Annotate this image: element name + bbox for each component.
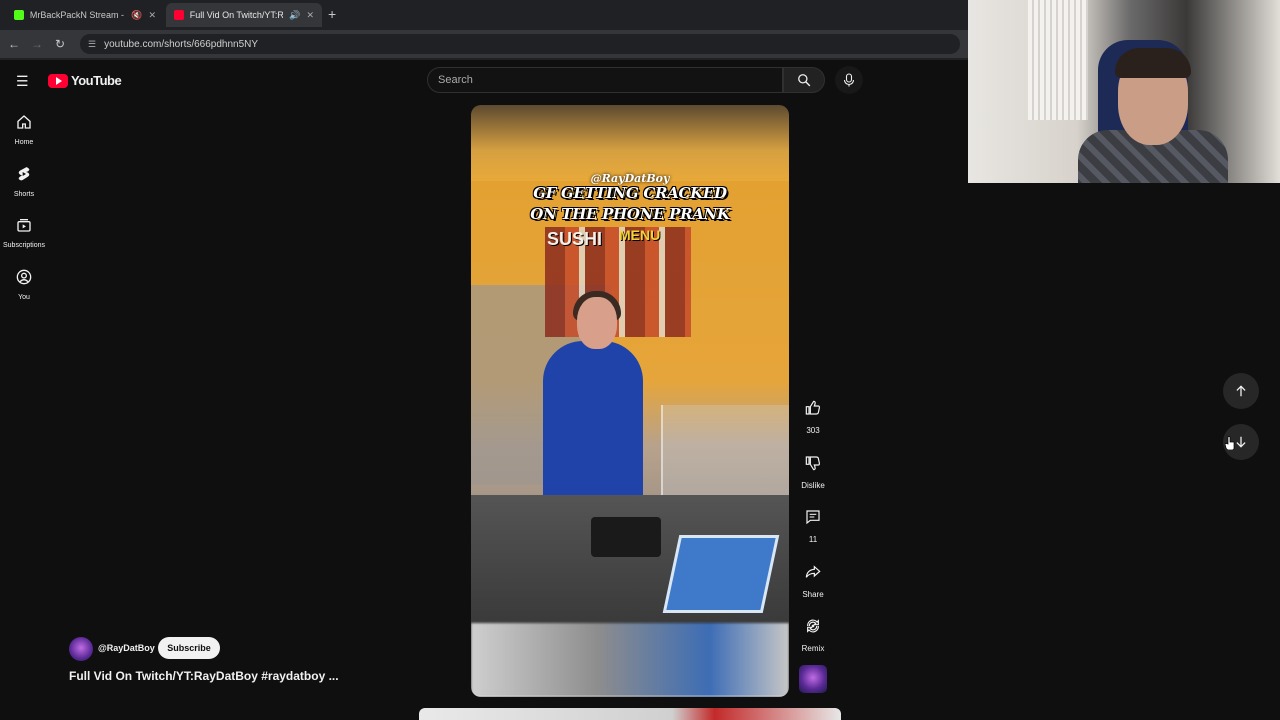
webcam-window-blinds — [1028, 0, 1088, 120]
like-button[interactable] — [796, 391, 830, 425]
url-text: youtube.com/shorts/666pdhnn5NY — [104, 38, 259, 50]
address-bar[interactable]: ☰ youtube.com/shorts/666pdhnn5NY — [80, 34, 960, 54]
short-video-player[interactable]: SUSHI MENU @RayDatBoy GF GETTING CRACKED… — [471, 105, 789, 697]
microphone-icon — [843, 73, 855, 87]
tab-title: MrBackPackN Stream - Wa — [29, 10, 125, 20]
new-tab-button[interactable]: + — [328, 6, 336, 22]
shorts-icon — [18, 167, 30, 181]
arrow-up-icon — [1236, 385, 1246, 397]
arrow-down-icon — [1236, 436, 1246, 448]
webcam-person-hair — [1115, 48, 1191, 78]
account-circle-icon — [16, 269, 32, 285]
site-settings-icon[interactable]: ☰ — [88, 39, 96, 50]
youtube-favicon-icon — [174, 10, 184, 20]
sidebar-label: Shorts — [13, 191, 35, 198]
browser-toolbar: ← → ↻ ☰ youtube.com/shorts/666pdhnn5NY — [0, 30, 968, 58]
browser-tab-bar: MrBackPackN Stream - Wa 🔇 ✕ Full Vid On … — [0, 0, 968, 30]
close-tab-icon[interactable]: ✕ — [306, 10, 314, 21]
sidebar-item-you[interactable]: You — [0, 269, 48, 301]
speaker-icon[interactable]: 🔊 — [289, 10, 300, 21]
voice-search-button[interactable] — [835, 66, 863, 94]
search-input[interactable]: Search — [427, 67, 783, 93]
sidebar-item-home[interactable]: Home — [0, 114, 48, 146]
browser-tab-kick[interactable]: MrBackPackN Stream - Wa 🔇 ✕ — [6, 3, 164, 27]
previous-short-button[interactable] — [1223, 373, 1259, 409]
sidebar-label: Home — [14, 139, 34, 146]
reload-icon[interactable]: ↻ — [51, 37, 69, 51]
share-arrow-icon — [805, 565, 821, 578]
logo-text: YouTube — [71, 73, 122, 88]
share-button[interactable] — [796, 555, 830, 589]
video-menu-text-sushi: SUSHI — [547, 229, 603, 249]
dislike-action: Dislike — [796, 446, 830, 490]
search-placeholder: Search — [438, 74, 473, 86]
share-action: Share — [796, 555, 830, 599]
video-frame-bottom-blur — [471, 623, 789, 697]
remix-label: Remix — [801, 644, 825, 653]
remix-action: Remix — [796, 609, 830, 653]
mouse-cursor-icon — [1225, 436, 1235, 450]
close-tab-icon[interactable]: ✕ — [148, 10, 156, 21]
video-cash-register — [591, 517, 661, 557]
caption-line-2: ON THE PHONE PRANK — [530, 205, 730, 223]
video-overlay-caption: GF GETTING CRACKED ON THE PHONE PRANK — [471, 183, 789, 225]
tab-title: Full Vid On Twitch/YT:RayD — [189, 10, 284, 20]
like-count: 303 — [806, 426, 820, 435]
youtube-play-logo-icon — [48, 73, 68, 88]
subscriptions-icon — [17, 219, 31, 232]
comments-button[interactable] — [796, 500, 830, 534]
thumbs-up-icon — [805, 400, 820, 415]
video-person-sweatshirt — [543, 341, 643, 511]
webcam-overlay — [968, 0, 1280, 183]
video-pos-screen — [662, 535, 780, 613]
caption-line-1: GF GETTING CRACKED — [533, 184, 727, 202]
channel-avatar-thumbnail[interactable] — [799, 665, 827, 693]
sidebar-label: You — [18, 294, 30, 301]
short-title[interactable]: Full Vid On Twitch/YT:RayDatBoy #raydatb… — [69, 669, 339, 683]
dislike-button[interactable] — [796, 446, 830, 480]
channel-avatar[interactable] — [69, 637, 93, 661]
remix-button[interactable] — [796, 609, 830, 643]
video-menu-text-menu: MENU — [619, 227, 661, 243]
sidebar-item-shorts[interactable]: Shorts — [0, 166, 48, 198]
sidebar-item-subscriptions[interactable]: Subscriptions — [0, 217, 48, 249]
home-icon — [17, 115, 31, 129]
youtube-logo[interactable]: YouTube — [48, 73, 122, 88]
video-progress-bar[interactable] — [471, 695, 789, 697]
comments-action: 11 — [796, 500, 830, 544]
back-arrow-icon[interactable]: ← — [5, 37, 23, 51]
video-frame-top — [471, 105, 789, 181]
thumbs-down-icon — [805, 456, 820, 471]
subscribe-button[interactable]: Subscribe — [158, 637, 220, 659]
comment-count: 11 — [808, 535, 818, 544]
toolbar-divider — [0, 58, 968, 60]
video-person-head — [577, 297, 617, 349]
forward-arrow-icon[interactable]: → — [28, 37, 46, 51]
browser-tab-youtube[interactable]: Full Vid On Twitch/YT:RayD 🔊 ✕ — [166, 3, 322, 27]
share-label: Share — [802, 590, 824, 599]
kick-favicon-icon — [14, 10, 24, 20]
remix-icon — [807, 619, 819, 633]
muted-speaker-icon[interactable]: 🔇 — [131, 10, 142, 21]
like-action: 303 — [796, 391, 830, 435]
next-short-preview[interactable] — [419, 708, 841, 720]
search-button[interactable] — [783, 67, 825, 93]
hamburger-menu-icon[interactable]: ☰ — [16, 73, 30, 90]
comment-icon — [806, 510, 820, 525]
channel-name[interactable]: @RayDatBoy — [98, 643, 155, 653]
search-icon — [798, 74, 811, 87]
dislike-label: Dislike — [801, 481, 825, 490]
sidebar-label: Subscriptions — [2, 242, 46, 249]
